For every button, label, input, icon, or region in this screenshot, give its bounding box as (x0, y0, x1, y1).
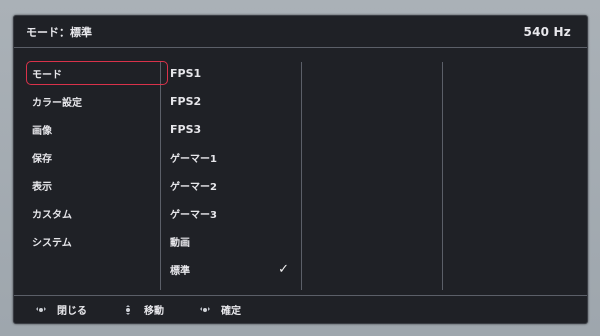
submenu-item-label: FPS3 (170, 122, 202, 136)
move-hint[interactable]: 移動 (121, 302, 164, 317)
menu-item-label: 画像 (32, 125, 52, 137)
submenu-item-gamer2[interactable]: ゲーマー2 (164, 173, 299, 197)
refresh-rate: 540 Hz (523, 24, 571, 39)
submenu-item-label: ゲーマー3 (170, 209, 217, 221)
menu-item-label: 表示 (32, 181, 52, 193)
menu-item-color-settings[interactable]: カラー設定 (26, 89, 168, 113)
close-hint-label: 閉じる (57, 306, 87, 317)
move-hint-label: 移動 (144, 306, 164, 317)
submenu-item-movie[interactable]: 動画 (164, 229, 299, 253)
dpad-up-down-icon (121, 303, 135, 317)
menu-item-custom[interactable]: カスタム (26, 201, 168, 225)
submenu-item-fps3[interactable]: FPS3 (164, 117, 299, 141)
submenu-item-label: 動画 (170, 237, 190, 249)
submenu-item-gamer1[interactable]: ゲーマー1 (164, 145, 299, 169)
menu-item-save[interactable]: 保存 (26, 145, 168, 169)
osd-menu: モード：標準 540 Hz モード カラー設定 画像 保存 表示 カスタム シス… (13, 15, 588, 324)
osd-header: モード：標準 540 Hz (14, 16, 587, 48)
submenu-item-fps1[interactable]: FPS1 (164, 61, 299, 85)
menu-item-label: モード (32, 69, 62, 81)
confirm-hint-label: 確定 (221, 306, 241, 317)
menu-item-label: 保存 (32, 153, 52, 165)
checkmark-icon: ✓ (278, 261, 289, 277)
menu-item-mode[interactable]: モード (26, 61, 168, 85)
dpad-center-icon (198, 303, 212, 317)
submenu-item-label: FPS2 (170, 94, 202, 108)
submenu-item-label: FPS1 (170, 66, 202, 80)
menu-item-label: カスタム (32, 209, 72, 221)
menu-item-label: カラー設定 (32, 97, 82, 109)
menu-item-label: システム (32, 237, 72, 249)
confirm-hint[interactable]: 確定 (198, 302, 241, 317)
main-menu: モード カラー設定 画像 保存 表示 カスタム システム (26, 61, 168, 257)
submenu-item-label: 標準 (170, 265, 190, 277)
column-divider-2 (301, 62, 302, 290)
column-divider-3 (442, 62, 443, 290)
mode-submenu: FPS1 FPS2 FPS3 ゲーマー1 ゲーマー2 ゲーマー3 動画 標準 ✓ (164, 61, 299, 285)
menu-item-system[interactable]: システム (26, 229, 168, 253)
submenu-item-label: ゲーマー2 (170, 181, 217, 193)
submenu-item-gamer3[interactable]: ゲーマー3 (164, 201, 299, 225)
close-hint[interactable]: 閉じる (34, 302, 87, 317)
osd-footer: 閉じる 移動 確定 (14, 295, 587, 323)
submenu-item-fps2[interactable]: FPS2 (164, 89, 299, 113)
current-mode-title: モード：標準 (26, 25, 92, 39)
submenu-item-standard[interactable]: 標準 ✓ (164, 257, 299, 281)
submenu-item-label: ゲーマー1 (170, 153, 217, 165)
menu-item-picture[interactable]: 画像 (26, 117, 168, 141)
dpad-left-right-icon (34, 303, 48, 317)
menu-item-display[interactable]: 表示 (26, 173, 168, 197)
